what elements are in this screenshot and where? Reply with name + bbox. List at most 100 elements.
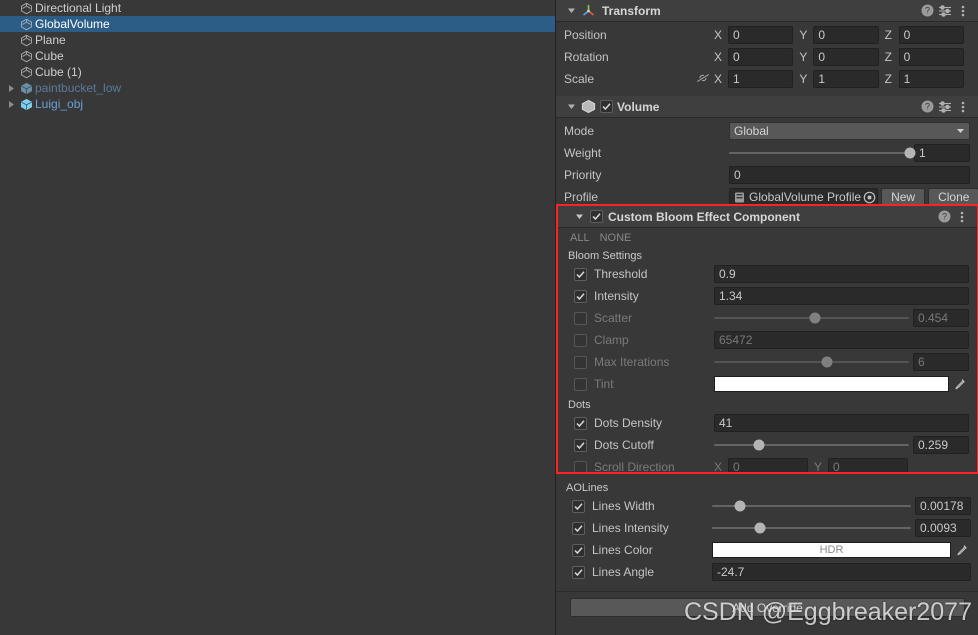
slider-knob[interactable] (821, 356, 833, 368)
all-button[interactable]: ALL (570, 232, 590, 244)
eyedropper-icon[interactable] (949, 378, 969, 391)
transform-scale-y[interactable]: 1 (813, 70, 879, 88)
value-field-threshold[interactable]: 0.9 (714, 265, 969, 283)
slider-max-iterations[interactable] (714, 353, 909, 371)
field-row-clamp: Clamp 65472 (566, 330, 969, 350)
chevron-right-icon[interactable] (4, 84, 17, 93)
transform-position-y[interactable]: 0 (813, 26, 879, 44)
field-value-col: 0.00178 (712, 497, 971, 515)
transform-rotation-z[interactable]: 0 (898, 48, 964, 66)
transform-position-z[interactable]: 0 (898, 26, 964, 44)
slider-lines-width[interactable] (712, 497, 911, 515)
hierarchy-item-luigi-obj[interactable]: Luigi_obj (0, 96, 555, 112)
override-checkbox-clamp[interactable] (574, 333, 587, 347)
override-checkbox-dots-cutoff[interactable] (574, 438, 587, 452)
transform-rotation-y[interactable]: 0 (813, 48, 879, 66)
value-field-dots-density[interactable]: 41 (714, 414, 969, 432)
value-field-scatter[interactable]: 0.454 (913, 309, 969, 327)
transform-row-label: Position (564, 28, 607, 42)
override-checkbox-lines-color[interactable] (572, 543, 585, 557)
value-field-dots-cutoff[interactable]: 0.259 (913, 436, 969, 454)
value-field-max-iterations[interactable]: 6 (913, 353, 969, 371)
chevron-down-icon[interactable] (564, 102, 578, 111)
volume-enabled-checkbox[interactable] (600, 100, 613, 113)
object-picker-icon[interactable] (861, 191, 877, 204)
add-override-button[interactable]: Add Override (570, 598, 965, 617)
override-checkbox-max-iterations[interactable] (574, 355, 587, 369)
color-swatch-tint[interactable] (714, 376, 949, 392)
override-checkbox-dots-density[interactable] (574, 416, 587, 430)
value-field-lines-width[interactable]: 0.00178 (915, 497, 971, 515)
hierarchy-item-cube[interactable]: Cube (0, 48, 555, 64)
none-button[interactable]: NONE (600, 232, 632, 244)
value-field-lines-angle[interactable]: -24.7 (712, 563, 971, 581)
value-field-scroll-direction-y[interactable]: 0 (828, 458, 908, 472)
override-checkbox-lines-width[interactable] (572, 499, 585, 513)
value-field-clamp[interactable]: 65472 (714, 331, 969, 349)
value-field-intensity[interactable]: 1.34 (714, 287, 969, 305)
override-checkbox-lines-angle[interactable] (572, 565, 585, 579)
hierarchy-item-plane[interactable]: Plane (0, 32, 555, 48)
override-checkbox-lines-intensity[interactable] (572, 521, 585, 535)
volume-header[interactable]: Volume ? (556, 96, 978, 118)
volume-weight-slider[interactable] (729, 144, 916, 162)
override-checkbox-intensity[interactable] (574, 289, 587, 303)
value-field-scroll-direction-x[interactable]: 0 (728, 458, 808, 472)
override-checkbox-threshold[interactable] (574, 267, 587, 281)
prefab-icon (17, 98, 35, 111)
kebab-menu-icon[interactable] (954, 2, 972, 20)
slider-knob[interactable] (753, 439, 765, 451)
help-icon[interactable]: ? (918, 2, 936, 20)
volume-weight-value[interactable]: 1 (914, 144, 970, 162)
volume-profile-name: GlobalVolume Profile (749, 190, 862, 204)
field-value-col: 0.9 (714, 265, 969, 283)
transform-scale-z[interactable]: 1 (898, 70, 964, 88)
override-checkbox-scatter[interactable] (574, 311, 587, 325)
volume-priority-value[interactable]: 0 (729, 166, 970, 184)
eyedropper-icon[interactable] (951, 544, 971, 557)
hierarchy-item-cube-1[interactable]: Cube (1) (0, 64, 555, 80)
transform-header[interactable]: Transform ? (556, 0, 978, 22)
kebab-menu-icon[interactable] (954, 98, 972, 116)
value-field-lines-intensity[interactable]: 0.0093 (915, 519, 971, 537)
slider-knob[interactable] (734, 500, 746, 512)
axis-label-y: Y (799, 28, 808, 42)
volume-body: Mode Global Weight 1 Priority 0 Profile … (556, 118, 978, 214)
slider-knob[interactable] (904, 147, 916, 159)
slider-lines-intensity[interactable] (712, 519, 911, 537)
slider-knob[interactable] (809, 312, 821, 324)
help-icon[interactable]: ? (918, 98, 936, 116)
field-row-threshold: Threshold 0.9 (566, 264, 969, 284)
transform-position-x[interactable]: 0 (728, 26, 794, 44)
chevron-right-icon[interactable] (4, 100, 17, 109)
override-checkbox-tint[interactable] (574, 377, 587, 391)
field-label-col: Dots Cutoff (566, 438, 714, 452)
help-icon[interactable]: ? (935, 208, 953, 226)
chevron-down-icon[interactable] (572, 212, 586, 221)
transform-row-scale: Scale X 1 Y 1 Z 1 (564, 69, 970, 89)
field-row-intensity: Intensity 1.34 (566, 286, 969, 306)
field-label: Intensity (594, 289, 639, 303)
hierarchy-item-directional-light[interactable]: Directional Light (0, 0, 555, 16)
slider-dots-cutoff[interactable] (714, 436, 909, 454)
hierarchy-item-globalvolume[interactable]: GlobalVolume (0, 16, 555, 32)
override-checkbox-scroll-direction[interactable] (574, 460, 587, 472)
preset-icon[interactable] (936, 2, 954, 20)
hierarchy-item-paintbucket-low[interactable]: paintbucket_low (0, 80, 555, 96)
slider-track (729, 152, 910, 154)
preset-icon[interactable] (936, 98, 954, 116)
slider-scatter[interactable] (714, 309, 909, 327)
scale-link-off-icon[interactable] (696, 72, 710, 87)
volume-weight-row: Weight 1 (564, 143, 970, 163)
custom-bloom-header[interactable]: Custom Bloom Effect Component ? (558, 206, 977, 228)
slider-knob[interactable] (754, 522, 766, 534)
transform-scale-x[interactable]: 1 (728, 70, 794, 88)
field-label-col: Max Iterations (566, 355, 714, 369)
custom-bloom-enabled-checkbox[interactable] (590, 210, 603, 223)
gameobject-icon (17, 2, 35, 15)
kebab-menu-icon[interactable] (953, 208, 971, 226)
transform-rotation-x[interactable]: 0 (728, 48, 794, 66)
chevron-down-icon[interactable] (564, 6, 578, 15)
color-swatch-lines-color[interactable]: HDR (712, 542, 951, 558)
volume-mode-dropdown[interactable]: Global (729, 122, 970, 140)
